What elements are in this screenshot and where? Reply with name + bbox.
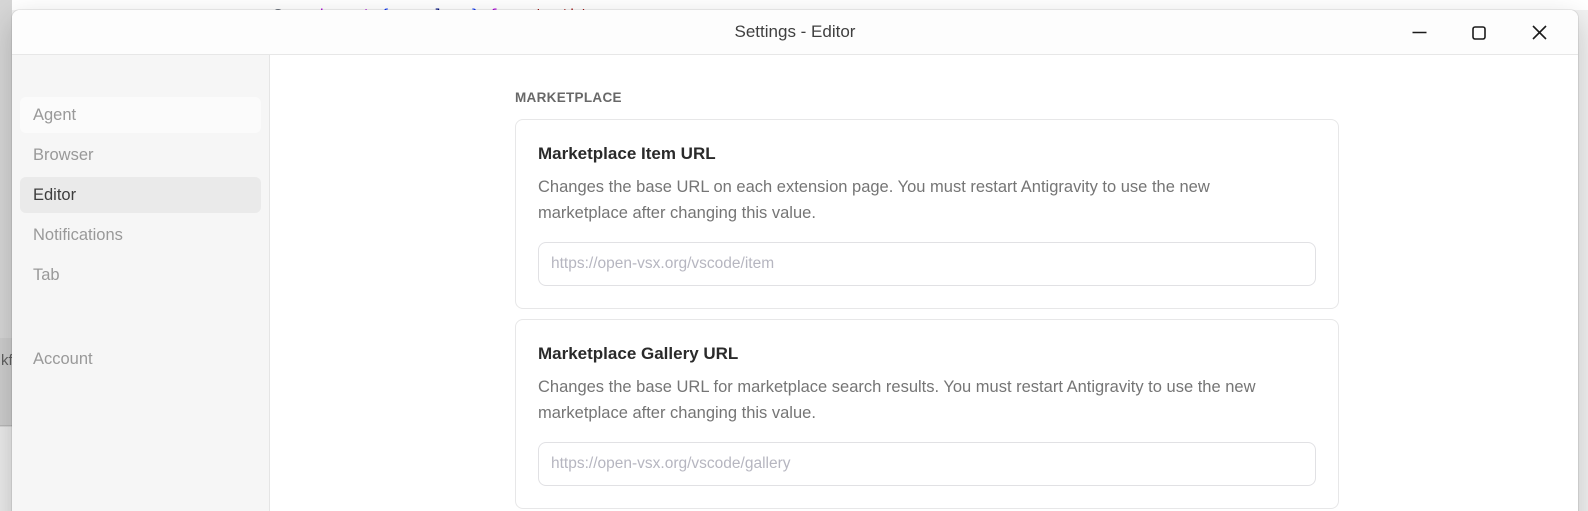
- left-strip-label: kf: [1, 352, 12, 369]
- maximize-button[interactable]: [1456, 13, 1502, 53]
- sidebar-item-tab[interactable]: Tab: [20, 257, 261, 293]
- close-button[interactable]: [1516, 13, 1562, 53]
- setting-description: Changes the base URL on each extension p…: [538, 178, 1210, 222]
- sidebar-item-editor[interactable]: Editor: [20, 177, 261, 213]
- dialog-title: Settings - Editor: [734, 22, 856, 41]
- minimize-button[interactable]: [1396, 13, 1442, 53]
- background-left-strip: kf: [0, 0, 12, 511]
- minimize-icon: [1412, 31, 1426, 34]
- dialog-body: Agent Browser Editor Notifications Tab A…: [12, 55, 1578, 511]
- background-editor-top: 3import { resolve } from 'path';: [0, 0, 1588, 10]
- setting-title: Marketplace Item URL: [538, 144, 716, 163]
- setting-description: Changes the base URL for marketplace sea…: [538, 378, 1256, 422]
- sidebar-item-agent[interactable]: Agent: [20, 97, 261, 133]
- marketplace-gallery-url-input[interactable]: [538, 442, 1316, 486]
- marketplace-item-url-input[interactable]: [538, 242, 1316, 286]
- sidebar-item-account[interactable]: Account: [20, 341, 261, 377]
- left-strip-tab: kf: [0, 338, 12, 426]
- settings-card-gallery-url: Marketplace Gallery URL Changes the base…: [515, 319, 1339, 509]
- setting-title: Marketplace Gallery URL: [538, 344, 739, 363]
- window-controls: [1396, 10, 1562, 55]
- settings-dialog: Settings - Editor Agent Browser Editor N…: [12, 10, 1578, 511]
- sidebar-item-browser[interactable]: Browser: [20, 137, 261, 173]
- left-strip-lower: [0, 427, 12, 511]
- section-label-marketplace: MARKETPLACE: [515, 90, 622, 105]
- close-icon: [1531, 25, 1547, 40]
- dialog-titlebar: Settings - Editor: [12, 10, 1578, 55]
- settings-sidebar: Agent Browser Editor Notifications Tab A…: [12, 55, 270, 511]
- maximize-icon: [1472, 25, 1486, 40]
- settings-content: MARKETPLACE Marketplace Item URL Changes…: [270, 55, 1578, 511]
- background-code-line: 3import { resolve } from 'path';: [238, 0, 597, 10]
- settings-card-item-url: Marketplace Item URL Changes the base UR…: [515, 119, 1339, 309]
- sidebar-item-notifications[interactable]: Notifications: [20, 217, 261, 253]
